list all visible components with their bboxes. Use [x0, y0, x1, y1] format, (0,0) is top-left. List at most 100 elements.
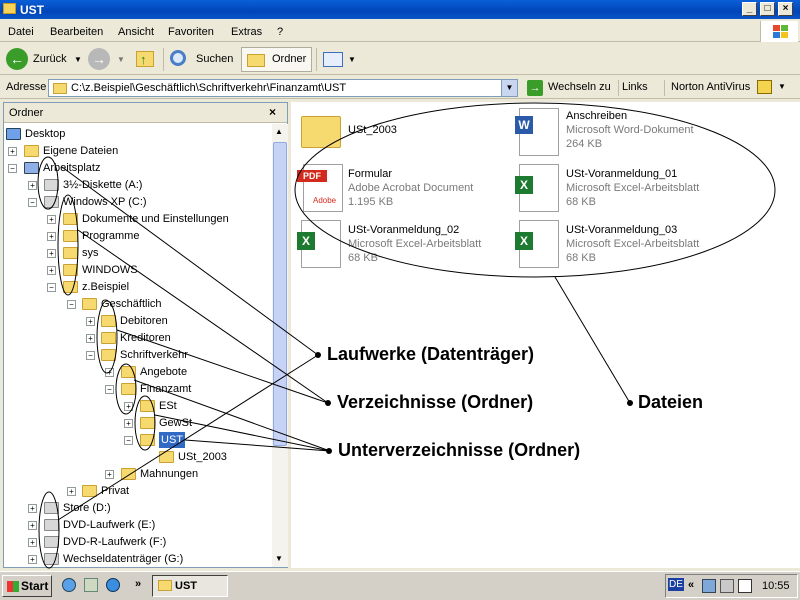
forward-button[interactable]: → ▼ — [86, 47, 128, 72]
tree-scrollbar[interactable]: ▲ ▼ — [272, 124, 288, 567]
folder-icon — [101, 332, 116, 344]
tray-app-icon[interactable] — [720, 579, 734, 593]
collapse-icon[interactable]: − — [8, 164, 17, 173]
norton-icon[interactable] — [757, 80, 772, 94]
expand-icon[interactable]: + — [8, 147, 17, 156]
excel-icon: X — [515, 232, 533, 250]
folder-icon — [140, 417, 155, 429]
folder-icon — [158, 580, 172, 591]
clock: 10:55 — [762, 580, 790, 592]
expand-icon[interactable]: + — [105, 368, 114, 377]
menu-help[interactable]: ? — [277, 26, 283, 38]
computer-icon — [24, 162, 39, 174]
folder-icon — [101, 315, 116, 327]
collapse-icon[interactable]: − — [86, 351, 95, 360]
collapse-icon[interactable]: − — [28, 198, 37, 207]
tray-app-icon[interactable] — [738, 579, 752, 593]
file-item-formular[interactable]: PDF Adobe Formular Adobe Acrobat Documen… — [295, 164, 515, 212]
views-button[interactable]: ▼ — [320, 47, 356, 72]
chevron-down-icon[interactable]: ▼ — [348, 47, 356, 72]
back-button[interactable]: ← Zurück ▼ — [4, 47, 82, 72]
file-item-anschreiben[interactable]: W Anschreiben Microsoft Word-Dokument 26… — [513, 108, 733, 156]
network-icon[interactable] — [702, 579, 716, 593]
search-label: Suchen — [196, 53, 234, 65]
scrollbar-thumb[interactable] — [273, 142, 287, 446]
open-folder-icon — [140, 434, 155, 446]
up-folder-button[interactable]: ↑ — [132, 47, 160, 72]
hard-drive-icon — [44, 502, 59, 514]
expand-icon[interactable]: + — [47, 266, 56, 275]
expand-icon[interactable]: + — [28, 555, 37, 564]
folder-icon — [24, 145, 39, 157]
collapse-icon[interactable]: − — [47, 283, 56, 292]
tray-expand-icon[interactable]: « — [688, 579, 694, 591]
quicklaunch-desktop-icon[interactable] — [62, 578, 76, 592]
scroll-down-icon[interactable]: ▼ — [275, 554, 283, 563]
norton-antivirus-label[interactable]: Norton AntiVirus — [671, 81, 750, 93]
menu-ansicht[interactable]: Ansicht — [118, 26, 154, 38]
collapse-icon[interactable]: − — [124, 436, 133, 445]
expand-icon[interactable]: + — [47, 232, 56, 241]
start-button[interactable]: Start — [2, 575, 52, 597]
search-button[interactable]: Suchen — [167, 47, 237, 72]
links-button[interactable]: Links — [622, 81, 648, 93]
start-label: Start — [21, 579, 49, 593]
file-item-ust-2003[interactable]: USt_2003 — [297, 110, 497, 158]
excel-icon: X — [515, 176, 533, 194]
folder-icon — [63, 281, 78, 293]
expand-icon[interactable]: + — [28, 521, 37, 530]
expand-icon[interactable]: + — [105, 470, 114, 479]
quicklaunch-more-icon[interactable]: » — [135, 578, 141, 590]
title-bar[interactable]: UST _ □ × — [0, 0, 800, 19]
menu-extras[interactable]: Extras — [231, 26, 262, 38]
maximize-button[interactable]: □ — [760, 2, 775, 16]
expand-icon[interactable]: + — [28, 538, 37, 547]
address-input[interactable]: C:\z.Beispiel\Geschäftlich\Schriftverkeh… — [48, 79, 518, 97]
expand-icon[interactable]: + — [124, 402, 133, 411]
chevron-down-icon[interactable]: ▼ — [778, 82, 786, 91]
minimize-button[interactable]: _ — [742, 2, 757, 16]
language-indicator[interactable]: DE — [668, 578, 684, 591]
window-title: UST — [20, 3, 44, 17]
annotation-files: Dateien — [638, 392, 704, 412]
go-button[interactable]: → Wechseln zu — [524, 78, 616, 98]
folder-icon — [53, 83, 67, 94]
expand-icon[interactable]: + — [67, 487, 76, 496]
scroll-up-icon[interactable]: ▲ — [275, 127, 283, 136]
tree-item-ust-label: UST — [159, 432, 185, 448]
folders-button[interactable]: Ordner — [241, 47, 312, 72]
folder-icon — [63, 230, 78, 242]
menu-datei[interactable]: Datei — [8, 26, 34, 38]
expand-icon[interactable]: + — [47, 215, 56, 224]
collapse-icon[interactable]: − — [105, 385, 114, 394]
go-label: Wechseln zu — [548, 81, 611, 93]
expand-icon[interactable]: + — [28, 504, 37, 513]
expand-icon[interactable]: + — [124, 419, 133, 428]
floppy-drive-icon — [44, 179, 59, 191]
folder-icon — [159, 451, 174, 463]
chevron-down-icon[interactable]: ▼ — [74, 47, 82, 72]
expand-icon[interactable]: + — [86, 317, 95, 326]
internet-explorer-icon[interactable] — [106, 578, 120, 592]
chevron-down-icon[interactable]: ▼ — [501, 80, 517, 96]
taskbar-item-ust[interactable]: UST — [152, 575, 228, 597]
folder-icon — [247, 54, 265, 67]
folder-icon — [121, 468, 136, 480]
expand-icon[interactable]: + — [28, 181, 37, 190]
quicklaunch-tool-icon[interactable] — [84, 578, 98, 592]
file-item-ust-voranmeldung-01[interactable]: X USt-Voranmeldung_01 Microsoft Excel-Ar… — [513, 164, 733, 212]
collapse-icon[interactable]: − — [67, 300, 76, 309]
close-icon[interactable]: × — [269, 105, 276, 119]
file-item-ust-voranmeldung-03[interactable]: X USt-Voranmeldung_03 Microsoft Excel-Ar… — [513, 220, 733, 268]
expand-icon[interactable]: + — [47, 249, 56, 258]
folder-icon — [121, 366, 136, 378]
menu-favoriten[interactable]: Favoriten — [168, 26, 214, 38]
folder-pane-header: Ordner × — [4, 103, 287, 123]
close-button[interactable]: × — [778, 2, 793, 16]
expand-icon[interactable]: + — [86, 334, 95, 343]
toolbar: ← Zurück ▼ → ▼ ↑ Suchen Ordner ▼ — [0, 44, 800, 75]
folder-icon — [140, 400, 155, 412]
menu-bearbeiten[interactable]: Bearbeiten — [50, 26, 103, 38]
file-item-ust-voranmeldung-02[interactable]: X USt-Voranmeldung_02 Microsoft Excel-Ar… — [295, 220, 515, 268]
chevron-down-icon[interactable]: ▼ — [117, 47, 125, 72]
